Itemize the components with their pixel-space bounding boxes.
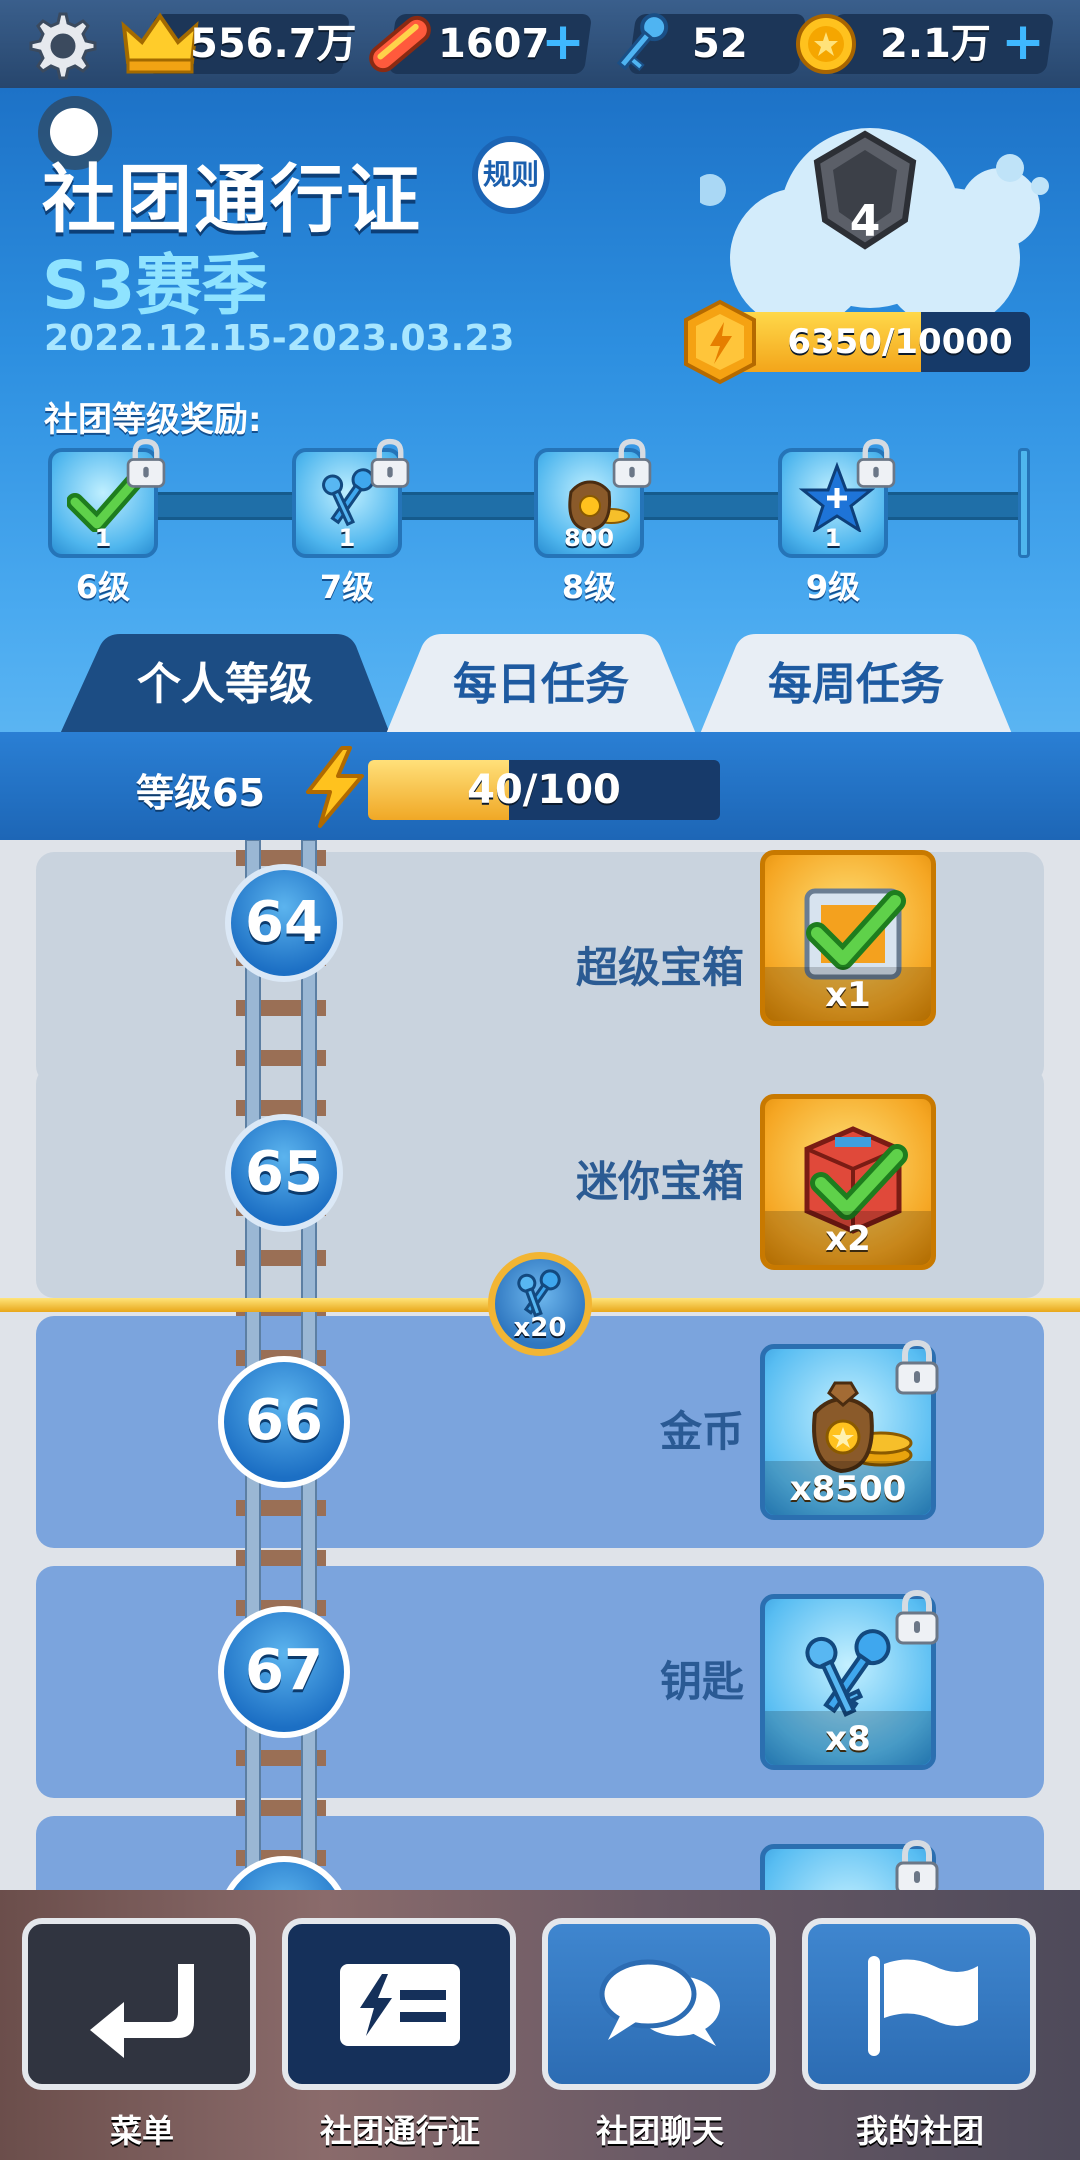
lightning-icon <box>306 746 364 828</box>
club-rank-badge: 4 <box>849 196 881 247</box>
club-reward-item[interactable]: 800 8级 <box>534 438 652 608</box>
club-reward-level: 9级 <box>805 568 861 606</box>
coin-icon <box>796 14 856 74</box>
menu-label: 菜单 <box>109 2112 174 2150</box>
chat-bubbles-icon <box>599 1959 720 2046</box>
tab-weekly-tasks-label: 每周任务 <box>768 659 944 710</box>
rules-button[interactable]: 规则 <box>472 136 550 214</box>
club-reward-count: 800 <box>563 524 615 552</box>
lock-icon <box>856 438 896 488</box>
my-club-button[interactable] <box>802 1918 1036 2090</box>
club-reward-item[interactable]: 1 6级 <box>48 438 166 608</box>
level-reward-name: 金币 <box>659 1407 744 1456</box>
lock-icon <box>612 438 652 488</box>
lock-icon <box>126 438 166 488</box>
club-pass-label: 社团通行证 <box>319 2112 480 2150</box>
club-reward-count: 1 <box>338 524 356 552</box>
reward-tile-coins[interactable]: x8500 <box>760 1339 939 1520</box>
club-reward-level: 7级 <box>319 568 375 606</box>
boards-value: 1607 <box>438 21 550 67</box>
reward-count: x1 <box>825 975 871 1015</box>
personal-level-label: 等级65 <box>136 771 265 815</box>
page-title: 社团通行证 <box>42 157 422 243</box>
club-reward-next-peek <box>1018 448 1030 558</box>
add-boards-button[interactable]: + <box>540 16 586 68</box>
club-reward-box: 1 <box>292 438 410 558</box>
gear-icon[interactable] <box>20 6 100 86</box>
my-club-label: 我的社团 <box>855 2112 984 2150</box>
tab-weekly-tasks[interactable]: 每周任务 <box>700 630 1012 734</box>
reward-tile-keys[interactable]: x8 <box>760 1589 939 1770</box>
club-rewards-label: 社团等级奖励: <box>44 400 262 440</box>
pass-icon <box>340 1964 460 2046</box>
reward-count: x2 <box>825 1219 871 1259</box>
reward-count: x8 <box>825 1719 871 1759</box>
lock-icon <box>895 1339 939 1395</box>
club-reward-count: 1 <box>94 524 112 552</box>
crowns-value: 556.7万 <box>190 21 357 67</box>
season-label: S3赛季 <box>42 247 268 324</box>
lock-icon <box>895 1589 939 1645</box>
club-xp-hex-icon <box>684 299 756 385</box>
progress-marker[interactable]: x20 <box>488 1252 592 1356</box>
personal-progress-bar: 40/100 <box>368 760 720 820</box>
level-reward-name: 迷你宝箱 <box>575 1157 744 1206</box>
tab-daily-tasks[interactable]: 每日任务 <box>386 630 696 734</box>
hoverboard-icon <box>369 15 431 73</box>
reward-tile-super-chest[interactable]: x1 <box>760 850 936 1026</box>
club-reward-box: 1 <box>48 438 166 558</box>
lock-icon <box>370 438 410 488</box>
crown-icon <box>121 12 199 74</box>
personal-progress-text: 40/100 <box>467 767 621 813</box>
club-chat-button[interactable] <box>542 1918 776 2090</box>
club-reward-box: 1 <box>778 438 896 558</box>
club-pass-button[interactable] <box>282 1918 516 2090</box>
club-reward-item[interactable]: 1 9级 <box>778 438 896 608</box>
reward-count: x8500 <box>789 1469 907 1509</box>
club-reward-box: 800 <box>534 438 652 558</box>
menu-button[interactable] <box>22 1918 256 2090</box>
return-arrow-icon <box>90 1964 194 2058</box>
level-reward-name: 钥匙 <box>659 1657 744 1706</box>
level-node-65: 65 <box>225 1114 343 1232</box>
club-reward-count: 1 <box>824 524 842 552</box>
club-reward-level: 8级 <box>561 568 617 606</box>
coins-value: 2.1万 <box>880 21 991 67</box>
level-node-67: 67 <box>218 1606 350 1738</box>
season-dates: 2022.12.15-2023.03.23 <box>44 318 515 359</box>
currency-bar: 556.7万 1607 + 52 2.1万 + <box>0 0 1080 88</box>
level-list[interactable]: 超级宝箱 迷你宝箱 金币 钥匙 64 65 66 67 x1 x2 x20 x8… <box>0 840 1080 1890</box>
club-chat-label: 社团聊天 <box>595 2112 724 2150</box>
club-xp-bar: 6350/10000 <box>730 312 1030 372</box>
club-xp-text: 6350/10000 <box>787 322 1013 362</box>
keys-value: 52 <box>692 21 748 67</box>
level-node-64: 64 <box>225 864 343 982</box>
club-reward-level: 6级 <box>75 568 131 606</box>
tab-daily-tasks-label: 每日任务 <box>453 659 629 710</box>
reward-tile-next[interactable] <box>760 1839 939 1890</box>
tab-personal-level-label: 个人等级 <box>137 659 313 710</box>
bottom-navigation: 菜单 社团通行证 社团聊天 我的社团 <box>0 1890 1080 2160</box>
key-icon <box>616 13 669 72</box>
progress-marker-count: x20 <box>513 1313 567 1343</box>
add-coins-button[interactable]: + <box>1000 16 1046 68</box>
level-node-66: 66 <box>218 1356 350 1488</box>
reward-tile-mini-chest[interactable]: x2 <box>760 1094 936 1270</box>
level-reward-name: 超级宝箱 <box>575 943 744 992</box>
flag-icon <box>868 1956 978 2056</box>
lock-icon <box>895 1839 939 1890</box>
club-reward-item[interactable]: 1 7级 <box>292 438 410 608</box>
tab-personal-level[interactable]: 个人等级 <box>60 630 390 734</box>
